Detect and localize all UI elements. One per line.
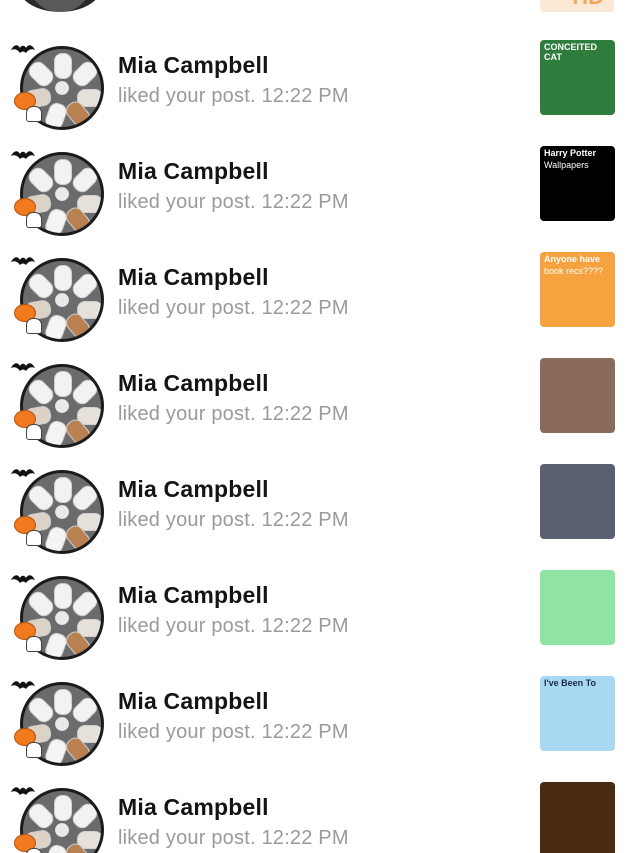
avatar-button[interactable] [8,570,108,666]
bat-icon [11,45,35,53]
notification-row[interactable]: Mia Campbell liked your post. 12:22 PM [0,464,640,570]
avatar-button[interactable] [8,676,108,772]
user-name[interactable]: Mia Campbell [118,688,269,715]
bat-icon [11,469,35,477]
notification-text: liked your post. 12:22 PM [118,509,349,531]
shoe-shape [69,800,101,832]
shoe-shape [25,270,57,302]
post-thumbnail-title: Harry Potter [544,148,597,158]
shoe-shape [54,159,72,185]
post-thumbnail[interactable] [540,782,615,853]
shoe-shape [25,694,57,726]
activity-feed: HD Mia Campbell liked your post. 12:22 P… [0,0,640,853]
user-name[interactable]: Mia Campbell [118,264,269,291]
shoe-shape [69,694,101,726]
post-thumbnail-title: I've Been To [544,678,596,688]
notification-text: liked your post. 12:22 PM [118,827,349,849]
notification-text: liked your post. 12:22 PM [118,403,349,425]
shoe-shape [25,58,57,90]
post-thumbnail[interactable]: CONCEITED CAT [540,40,615,115]
bat-icon [11,257,35,265]
ghost-icon [26,212,42,228]
shoe-shape [69,482,101,514]
post-thumbnail[interactable] [540,464,615,539]
user-name[interactable]: Mia Campbell [118,158,269,185]
notification-row-partial[interactable]: HD [0,0,640,14]
bat-icon [11,363,35,371]
user-name[interactable]: Mia Campbell [118,52,269,79]
shoe-shape [25,588,57,620]
notification-text: liked your post. 12:22 PM [118,615,349,637]
shoe-shape [69,58,101,90]
user-name[interactable]: Mia Campbell [118,582,269,609]
post-thumbnail-title: Anyone have [544,254,601,264]
post-thumbnail[interactable]: Harry Potter Wallpapers [540,146,615,221]
post-thumbnail[interactable]: HD [540,0,614,12]
avatar-button[interactable] [8,782,108,853]
shoe-shape [54,265,72,291]
shoe-shape [54,795,72,821]
shoe-shape [69,270,101,302]
post-thumbnail-title: CONCEITED CAT [544,42,598,62]
shoe-shape [54,371,72,397]
notification-text: liked your post. 12:22 PM [118,721,349,743]
user-name[interactable]: Mia Campbell [118,794,269,821]
post-thumbnail-body: Wallpapers [544,160,589,170]
notification-row[interactable]: Mia Campbell liked your post. 12:22 PM [0,570,640,676]
bat-icon [11,575,35,583]
post-thumbnail[interactable] [540,570,615,645]
avatar-button[interactable] [8,146,108,242]
shoe-shape [69,376,101,408]
shoe-shape [54,689,72,715]
notification-text: liked your post. 12:22 PM [118,297,349,319]
shoe-shape [54,53,72,79]
shoe-shape [69,164,101,196]
shoe-shape [25,482,57,514]
ghost-icon [26,530,42,546]
shoe-shape [54,583,72,609]
shoe-shape [25,376,57,408]
post-thumbnail-body: book recs???? [544,266,604,276]
notification-row[interactable]: Mia Campbell liked your post. 12:22 PM C… [0,40,640,146]
bat-icon [11,787,35,795]
post-thumbnail-text: HD [572,0,604,10]
shoe-shape [54,477,72,503]
ghost-icon [26,424,42,440]
notification-text: liked your post. 12:22 PM [118,191,349,213]
ghost-icon [26,318,42,334]
avatar[interactable] [18,0,102,12]
avatar-button[interactable] [8,358,108,454]
avatar-button[interactable] [8,464,108,560]
avatar-button[interactable] [8,252,108,348]
avatar-button[interactable] [8,40,108,136]
notification-row[interactable]: Mia Campbell liked your post. 12:22 PM I… [0,676,640,782]
post-thumbnail[interactable]: Anyone have book recs???? [540,252,615,327]
ghost-icon [26,848,42,853]
post-thumbnail[interactable] [540,358,615,433]
notification-text: liked your post. 12:22 PM [118,85,349,107]
notification-row[interactable]: Mia Campbell liked your post. 12:22 PM H… [0,146,640,252]
notification-row[interactable]: Mia Campbell liked your post. 12:22 PM A… [0,252,640,358]
shoe-shape [69,588,101,620]
ghost-icon [26,636,42,652]
user-name[interactable]: Mia Campbell [118,370,269,397]
notification-row[interactable]: Mia Campbell liked your post. 12:22 PM [0,782,640,853]
bat-icon [11,681,35,689]
ghost-icon [26,742,42,758]
user-name[interactable]: Mia Campbell [118,476,269,503]
bat-icon [11,151,35,159]
notification-row[interactable]: Mia Campbell liked your post. 12:22 PM [0,358,640,464]
ghost-icon [26,106,42,122]
post-thumbnail[interactable]: I've Been To [540,676,615,751]
shoe-shape [25,164,57,196]
shoe-shape [25,800,57,832]
